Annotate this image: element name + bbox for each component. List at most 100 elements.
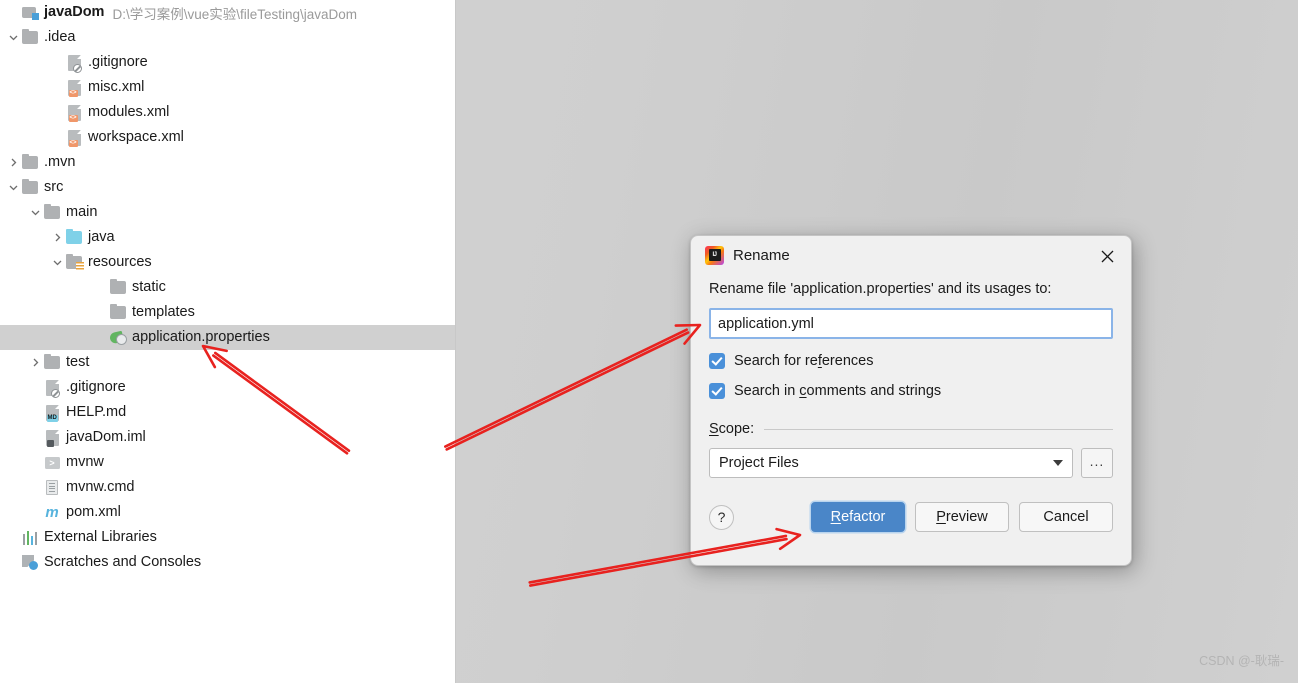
tree-row-workspace-xml[interactable]: <> workspace.xml [0,125,455,150]
chevron-placeholder [6,525,21,550]
chevron-down-icon[interactable] [28,200,43,225]
tree-row-resources[interactable]: resources [0,250,455,275]
folder-icon [21,153,39,172]
dialog-titlebar: IJ Rename [691,236,1131,274]
help-button[interactable]: ? [709,504,734,530]
tree-row-label: mvnw.cmd [66,479,135,496]
tree-row-application-properties[interactable]: application.properties [0,325,455,350]
shell-script-icon: > [43,454,61,472]
folder-icon [109,278,127,297]
project-tree[interactable]: javaDom D:\学习案例\vue实验\fileTesting\javaDom… [0,0,455,575]
tree-row--gitignore[interactable]: .gitignore [0,375,455,400]
folder-icon [109,303,127,322]
dialog-body: Rename file 'application.properties' and… [691,281,1131,478]
scope-divider [764,428,1113,430]
tree-row-mvnw[interactable]: > mvnw [0,450,455,475]
maven-pom-icon: m [45,504,59,521]
close-icon[interactable] [1097,246,1117,266]
tree-row-label: workspace.xml [88,129,184,146]
tree-row-label: .idea [44,29,76,46]
tree-row--gitignore[interactable]: .gitignore [0,50,455,75]
folder-icon [21,28,39,47]
tree-row-mvnw-cmd[interactable]: mvnw.cmd [0,475,455,500]
tree-row-help-md[interactable]: MD HELP.md [0,400,455,425]
project-tree-panel[interactable]: javaDom D:\学习案例\vue实验\fileTesting\javaDom… [0,0,456,683]
project-path: D:\学习案例\vue实验\fileTesting\javaDom [112,6,358,22]
preview-button[interactable]: Preview [915,502,1009,532]
tree-row-label: External Libraries [44,529,157,546]
rename-input[interactable] [709,308,1113,339]
cmd-script-icon [43,479,61,497]
folder-icon [43,353,61,372]
tree-row-label: test [66,354,90,371]
xml-file-icon: <> [65,79,83,97]
checkbox-icon[interactable] [709,353,725,369]
tree-row-src[interactable]: src [0,175,455,200]
tree-row-scratches-and-consoles[interactable]: Scratches and Consoles [0,550,455,575]
xml-file-icon: <> [65,104,83,122]
tree-row-label: misc.xml [88,79,145,96]
checkbox-search-for-references[interactable]: Search for references [709,353,1113,369]
chevron-placeholder [6,550,21,575]
tree-row-main[interactable]: main [0,200,455,225]
folder-icon [21,178,39,197]
checkbox-icon[interactable] [709,383,725,399]
tree-row-java[interactable]: java [0,225,455,250]
tree-row-templates[interactable]: templates [0,300,455,325]
chevron-placeholder [28,425,43,450]
tree-row-modules-xml[interactable]: <> modules.xml [0,100,455,125]
tree-row-label: java [88,229,115,246]
project-module-icon [21,4,39,22]
chevron-placeholder [50,75,65,100]
tree-row-pom-xml[interactable]: m pom.xml [0,500,455,525]
chevron-right-icon[interactable] [28,350,43,375]
tree-row-static[interactable]: static [0,275,455,300]
resources-folder-icon [65,253,84,272]
tree-row-label: HELP.md [66,404,127,421]
tree-row-label: pom.xml [66,504,121,521]
cancel-button[interactable]: Cancel [1019,502,1113,532]
xml-file-icon: <> [65,129,83,147]
checkbox-search-in-comments-and-strings[interactable]: Search in comments and strings [709,383,1113,399]
rename-prompt-label: Rename file 'application.properties' and… [709,281,1052,297]
chevron-down-icon[interactable] [6,25,21,50]
chevron-placeholder [50,100,65,125]
tree-row-label: resources [88,254,152,271]
tree-row-label: .gitignore [88,54,148,71]
source-folder-icon [65,228,83,247]
tree-row-misc-xml[interactable]: <> misc.xml [0,75,455,100]
chevron-down-icon[interactable] [50,250,65,275]
tree-row-label: application.properties [132,329,270,346]
tree-row-label: .gitignore [66,379,126,396]
scope-label: Scope: [709,421,755,437]
scope-browse-button[interactable]: ... [1081,448,1113,478]
intellij-idea-icon: IJ [705,245,724,265]
tree-row-label: templates [132,304,195,321]
gitignore-file-icon [43,379,61,398]
tree-row-javadom-iml[interactable]: javaDom.iml [0,425,455,450]
rename-dialog[interactable]: IJ Rename Rename file 'application.prope… [690,235,1132,566]
scope-selected-value: Project Files [719,455,799,471]
tree-row--mvn[interactable]: .mvn [0,150,455,175]
tree-row-label: javaDom.iml [66,429,146,446]
tree-row-javadom[interactable]: javaDom D:\学习案例\vue实验\fileTesting\javaDom [0,0,455,25]
chevron-placeholder [94,325,109,350]
scope-dropdown[interactable]: Project Files [709,448,1073,478]
chevron-down-icon[interactable] [6,175,21,200]
tree-row-label: static [132,279,166,296]
spring-properties-icon [109,329,127,347]
tree-row-test[interactable]: test [0,350,455,375]
chevron-right-icon[interactable] [6,150,21,175]
chevron-right-icon[interactable] [50,225,65,250]
chevron-placeholder [28,375,43,400]
refactor-button[interactable]: Refactor [811,502,905,532]
folder-icon [43,203,61,222]
tree-row--idea[interactable]: .idea [0,25,455,50]
tree-row-external-libraries[interactable]: External Libraries [0,525,455,550]
chevron-placeholder [28,475,43,500]
watermark: CSDN @-耿瑞- [1199,654,1284,668]
tree-row-label: mvnw [66,454,104,471]
iml-file-icon [43,429,61,447]
chevron-placeholder [94,275,109,300]
chevron-placeholder [50,50,65,75]
